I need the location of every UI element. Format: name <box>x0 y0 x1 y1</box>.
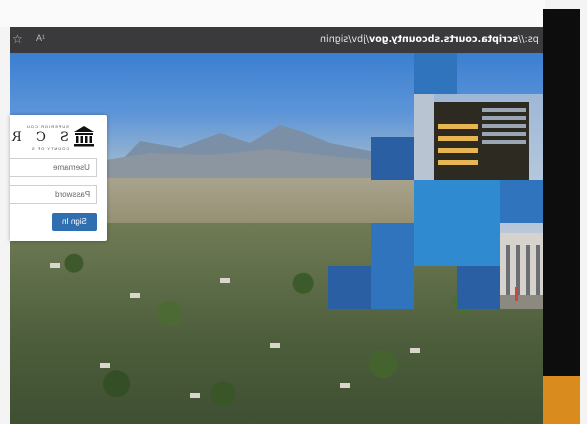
decor-tile <box>371 137 414 180</box>
logo-letters: S C R <box>7 130 69 145</box>
decor-tile <box>371 223 414 266</box>
historic-building-tile <box>500 223 543 309</box>
sign-in-card: SUPERIOR COU S C R COUNTY OF S Username … <box>7 115 107 241</box>
decor-tile <box>457 266 500 309</box>
house <box>220 278 230 283</box>
house <box>340 383 350 388</box>
house <box>410 348 420 353</box>
decor-tile <box>500 180 543 223</box>
username-field[interactable]: Username <box>10 158 97 177</box>
house <box>50 263 60 268</box>
house <box>190 393 200 398</box>
password-placeholder: Password <box>54 190 90 199</box>
courthouse-photo-tile <box>414 94 543 180</box>
house <box>130 293 140 298</box>
read-aloud-icon[interactable]: A¹ <box>36 33 45 43</box>
decor-tile <box>414 180 500 266</box>
url-text[interactable]: ps://scripta.courts.sbcounty.gov/jbv/sig… <box>320 34 539 45</box>
decor-tile <box>328 266 371 309</box>
username-placeholder: Username <box>53 163 90 172</box>
logo-top-text: SUPERIOR COU <box>26 124 69 129</box>
decor-tile <box>414 53 457 94</box>
top-margin <box>0 0 545 27</box>
sign-in-button[interactable]: Sign In <box>52 213 97 231</box>
password-field[interactable]: Password <box>10 185 97 204</box>
decor-tile <box>371 266 414 309</box>
sign-in-label: Sign In <box>62 217 87 226</box>
house <box>100 363 110 368</box>
logo-bottom-text: COUNTY OF S <box>30 146 69 151</box>
right-dark-panel <box>543 9 580 424</box>
browser-address-bar[interactable]: ☆ A¹ ps://scripta.courts.sbcounty.gov/jb… <box>10 27 545 53</box>
house <box>270 343 280 348</box>
right-orange-block <box>543 376 580 424</box>
star-icon[interactable]: ☆ <box>12 32 23 46</box>
courthouse-icon <box>74 126 94 147</box>
